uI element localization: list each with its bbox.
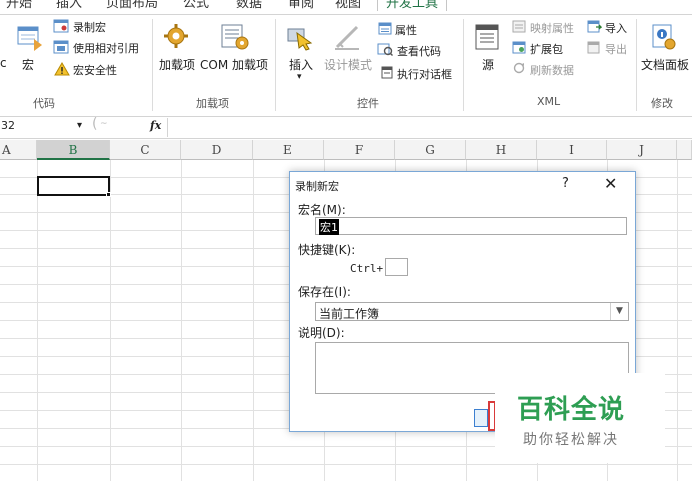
macros-icon[interactable] <box>17 25 45 51</box>
cancel-icon-x: ~ <box>100 119 108 129</box>
ctrl-prefix: Ctrl+ <box>350 262 384 275</box>
watermark: 百科全说 助你轻松解决 <box>495 373 665 463</box>
warning-icon[interactable] <box>54 62 70 76</box>
macro-name-value: 宏1 <box>319 219 339 235</box>
record-macro-icon[interactable] <box>53 19 69 33</box>
name-box-dropdown-icon[interactable]: ▾ <box>77 120 82 131</box>
fx-icon[interactable]: fx <box>150 119 161 132</box>
help-button[interactable]: ? <box>562 176 569 191</box>
run-dialog-button[interactable]: 执行对话框 <box>397 66 452 82</box>
name-box[interactable]: 32 <box>0 119 115 136</box>
refresh-data-button[interactable]: 刷新数据 <box>530 62 574 78</box>
tab-view[interactable]: 视图 <box>335 0 361 11</box>
expansion-packs-icon[interactable] <box>512 41 526 54</box>
code-group-label: 代码 <box>33 97 55 110</box>
relative-reference-icon[interactable] <box>53 40 69 54</box>
formula-input[interactable] <box>167 118 692 137</box>
description-label: 说明(D): <box>298 326 345 340</box>
column-header-d[interactable]: D <box>181 140 253 160</box>
import-icon[interactable] <box>587 20 603 33</box>
tab-data[interactable]: 数据 <box>236 0 262 11</box>
macro-name-label: 宏名(M): <box>298 203 346 217</box>
active-cell[interactable] <box>37 176 110 196</box>
refresh-data-icon[interactable] <box>513 62 527 75</box>
design-mode-button[interactable]: 设计模式 <box>324 56 372 73</box>
group-separator <box>275 19 276 111</box>
macro-name-field[interactable]: 宏1 <box>315 217 627 235</box>
shortcut-label: 快捷键(K): <box>298 243 356 257</box>
group-separator <box>636 19 637 111</box>
column-header-e[interactable]: E <box>253 140 324 160</box>
column-header-h[interactable]: H <box>466 140 537 160</box>
ok-button[interactable] <box>474 409 488 427</box>
run-dialog-icon[interactable] <box>381 66 393 79</box>
tab-insert[interactable]: 插入 <box>56 0 82 11</box>
tab-page-layout[interactable]: 页面布局 <box>106 0 158 11</box>
group-separator <box>152 19 153 111</box>
expansion-packs-button[interactable]: 扩展包 <box>530 41 563 57</box>
store-in-select[interactable]: 当前工作簿 ▼ <box>315 302 629 321</box>
properties-icon[interactable] <box>378 22 392 35</box>
map-properties-button[interactable]: 映射属性 <box>530 20 574 36</box>
com-addins-button[interactable]: COM 加载项 <box>200 56 268 73</box>
store-in-value: 当前工作簿 <box>319 307 380 321</box>
tab-formulas[interactable]: 公式 <box>183 0 209 11</box>
addins-group-label: 加载项 <box>196 97 229 110</box>
shortcut-key-field[interactable] <box>385 258 408 276</box>
insert-dropdown-icon[interactable]: ▾ <box>297 72 302 82</box>
chevron-down-icon[interactable]: ▼ <box>610 303 628 320</box>
watermark-subtitle: 助你轻松解决 <box>523 432 619 448</box>
map-properties-icon[interactable] <box>512 20 526 33</box>
import-button[interactable]: 导入 <box>605 20 627 36</box>
document-panel-button[interactable]: 文档面板 <box>641 56 689 73</box>
column-header-k-partial[interactable] <box>677 140 692 160</box>
fill-handle[interactable] <box>106 192 111 197</box>
store-in-label: 保存在(I): <box>298 285 351 299</box>
column-header-b[interactable]: B <box>37 140 110 160</box>
column-header-f[interactable]: F <box>324 140 395 160</box>
macro-security-button[interactable]: 宏安全性 <box>73 62 117 78</box>
column-header-a[interactable]: A <box>0 140 37 160</box>
dialog-title: 录制新宏 <box>295 180 339 193</box>
xml-source-icon[interactable] <box>474 23 502 51</box>
use-relative-reference-button[interactable]: 使用相对引用 <box>73 40 139 56</box>
xml-source-button[interactable]: 源 <box>482 56 494 73</box>
modify-group-label: 修改 <box>651 97 673 110</box>
record-macro-button[interactable]: 录制宏 <box>73 19 106 35</box>
ribbon-tab-strip: 开始 插入 页面布局 公式 数据 审阅 视图 开发工具 <box>0 0 692 14</box>
export-button[interactable]: 导出 <box>605 41 627 57</box>
grid-line <box>0 464 692 465</box>
addins-gear-icon[interactable] <box>163 23 189 49</box>
ribbon: c 宏 录制宏 使用相对引用 宏安全性 代码 加载项 COM 加载项 加载项 插… <box>0 14 692 117</box>
insert-controls-icon[interactable] <box>285 23 315 51</box>
watermark-title: 百科全说 <box>517 395 626 425</box>
com-addins-icon[interactable] <box>220 23 250 51</box>
column-header-j[interactable]: J <box>607 140 677 160</box>
addins-button[interactable]: 加载项 <box>159 56 195 73</box>
design-mode-icon[interactable] <box>333 23 363 51</box>
tab-review[interactable]: 审阅 <box>288 0 314 11</box>
column-header-i[interactable]: I <box>537 140 607 160</box>
column-header-c[interactable]: C <box>110 140 181 160</box>
formula-bar: 32 ▾ ( ~ fx <box>0 116 692 139</box>
export-icon[interactable] <box>587 41 602 54</box>
macros-button-label[interactable]: 宏 <box>22 56 34 73</box>
view-code-icon[interactable] <box>377 43 393 56</box>
insert-controls-button[interactable]: 插入 <box>289 56 313 73</box>
name-box-value: 32 <box>1 119 15 132</box>
column-header-g[interactable]: G <box>395 140 466 160</box>
tab-home[interactable]: 开始 <box>6 0 32 11</box>
document-panel-icon[interactable] <box>651 23 677 51</box>
group-separator <box>463 19 464 111</box>
close-button[interactable]: ✕ <box>604 174 617 193</box>
controls-group-label: 控件 <box>357 97 379 110</box>
xml-group-label: XML <box>537 95 561 108</box>
visual-basic-button-partial[interactable]: c <box>0 56 7 70</box>
cancel-icon[interactable]: ( <box>92 116 97 132</box>
view-code-button[interactable]: 查看代码 <box>397 43 441 59</box>
tab-developer[interactable]: 开发工具 <box>377 0 448 11</box>
properties-button[interactable]: 属性 <box>395 22 417 38</box>
